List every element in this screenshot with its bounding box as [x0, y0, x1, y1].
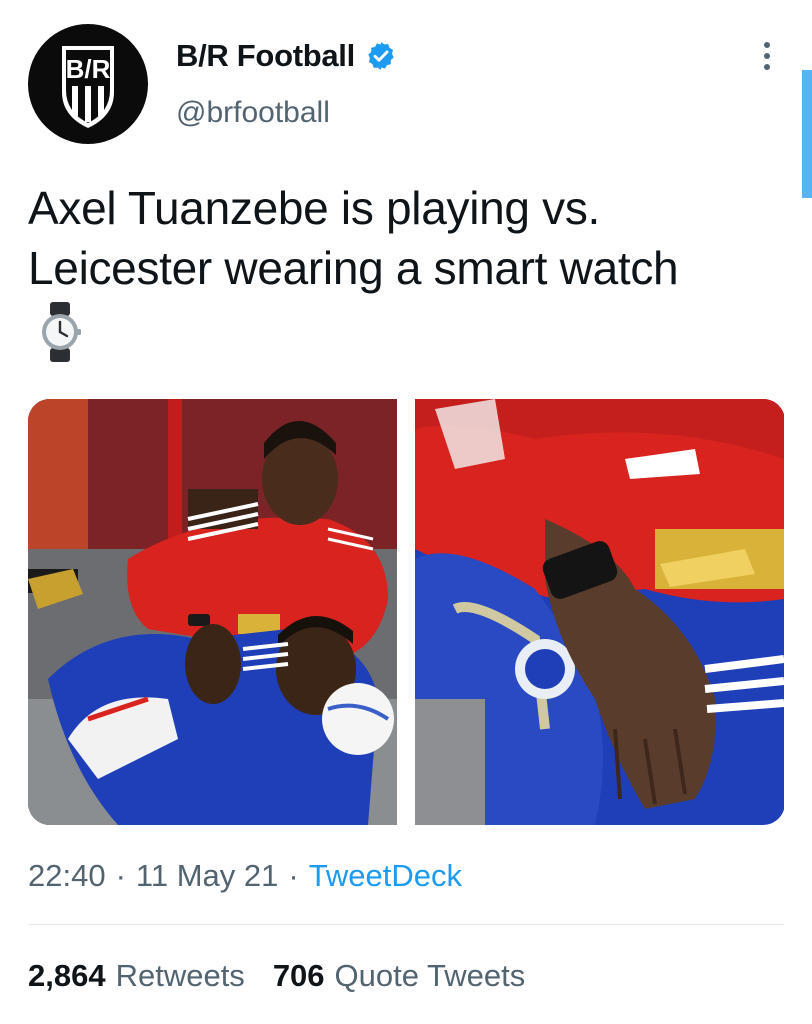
more-options-icon[interactable] [757, 42, 777, 78]
retweets-label: Retweets [115, 958, 245, 993]
meta-separator: · [115, 858, 126, 893]
retweets-stat[interactable]: 2,864 Retweets [28, 958, 245, 994]
tweet-media[interactable] [28, 399, 785, 825]
tweet-time[interactable]: 22:40 [28, 858, 106, 894]
divider [28, 924, 784, 925]
account-name-row[interactable]: B/R Football [176, 38, 397, 74]
logo-text: B/R [66, 54, 111, 84]
tweet-date[interactable]: 11 May 21 [136, 858, 278, 894]
tweet-stats: 2,864 Retweets 706 Quote Tweets [28, 958, 553, 994]
scrollbar[interactable] [802, 70, 812, 198]
br-logo: B/R [62, 46, 114, 128]
quote-tweets-count: 706 [272, 958, 325, 993]
display-name[interactable]: B/R Football [176, 38, 355, 74]
photo-players-challenge[interactable] [28, 399, 397, 825]
tweet-source-link[interactable]: TweetDeck [309, 858, 462, 894]
account-handle[interactable]: @brfootball [176, 96, 330, 130]
verified-badge-icon [368, 42, 394, 70]
quote-tweets-stat[interactable]: 706 Quote Tweets [273, 958, 525, 994]
meta-separator: · [288, 858, 299, 893]
watch-emoji-icon [42, 302, 81, 362]
tweet-meta: 22:40 · 11 May 21 · TweetDeck [28, 858, 462, 894]
account-avatar[interactable]: B/R [28, 24, 148, 144]
photo-smart-watch-closeup[interactable] [415, 399, 784, 825]
quote-tweets-label: Quote Tweets [334, 958, 526, 993]
retweets-count: 2,864 [28, 958, 106, 993]
tweet-text: Axel Tuanzebe is playing vs. Leicester w… [28, 182, 679, 294]
